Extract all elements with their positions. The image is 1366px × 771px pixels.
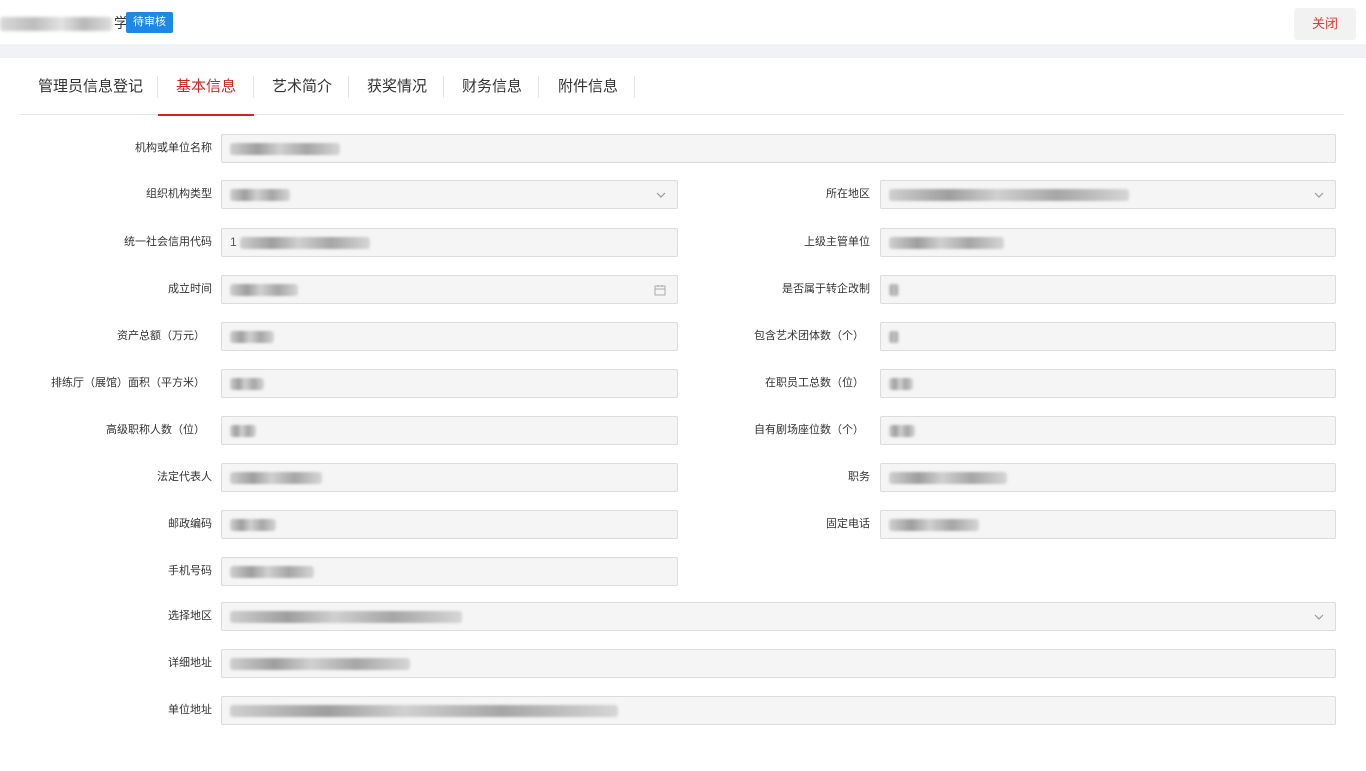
- position-field[interactable]: [880, 463, 1336, 492]
- staff-count-field[interactable]: [880, 369, 1336, 398]
- tab-attachments[interactable]: 附件信息: [557, 58, 619, 115]
- tab-art-intro[interactable]: 艺术简介: [272, 58, 332, 115]
- art-groups-label: 包含艺术团体数（个）: [754, 330, 864, 342]
- credit-code-field[interactable]: 1: [221, 228, 678, 257]
- tab-separator: [538, 76, 539, 98]
- tab-finance[interactable]: 财务信息: [462, 58, 522, 115]
- is-reformed-label: 是否属于转企改制: [782, 283, 870, 295]
- detail-address-label: 详细地址: [168, 657, 212, 669]
- is-reformed-field[interactable]: [880, 275, 1336, 304]
- art-groups-field[interactable]: [880, 322, 1336, 351]
- credit-code-label: 统一社会信用代码: [124, 236, 212, 248]
- founded-date-picker[interactable]: [221, 275, 678, 304]
- tab-separator: [443, 76, 444, 98]
- credit-code-prefix: 1: [230, 235, 237, 249]
- landline-label: 固定电话: [826, 518, 870, 530]
- select-region-label: 选择地区: [168, 610, 212, 622]
- superior-unit-label: 上级主管单位: [804, 236, 870, 248]
- org-name-field[interactable]: [221, 134, 1336, 163]
- close-button[interactable]: 关闭: [1294, 8, 1356, 40]
- region-label: 所在地区: [826, 188, 870, 200]
- unit-address-field[interactable]: [221, 696, 1336, 725]
- tab-separator: [634, 76, 635, 98]
- status-badge: 待审核: [126, 12, 173, 33]
- chevron-down-icon: [1313, 603, 1325, 630]
- legal-rep-label: 法定代表人: [157, 471, 212, 483]
- theater-seats-label: 自有剧场座位数（个）: [754, 424, 864, 436]
- detail-address-field[interactable]: [221, 649, 1336, 678]
- founded-date-label: 成立时间: [168, 283, 212, 295]
- org-type-label: 组织机构类型: [146, 188, 212, 200]
- header-divider: [0, 44, 1366, 58]
- total-assets-label: 资产总额（万元）: [117, 330, 205, 342]
- tab-separator: [348, 76, 349, 98]
- senior-titles-field[interactable]: [221, 416, 678, 445]
- calendar-icon: [653, 276, 667, 303]
- chevron-down-icon: [1313, 181, 1325, 208]
- top-bar: 学 待审核 关闭: [0, 0, 1366, 44]
- staff-count-label: 在职员工总数（位）: [765, 377, 864, 389]
- tab-bar: 管理员信息登记 基本信息 艺术简介 获奖情况 财务信息 附件信息: [20, 58, 1344, 116]
- tab-separator: [253, 76, 254, 98]
- tab-admin-registration[interactable]: 管理员信息登记: [38, 58, 143, 115]
- org-name-label: 机构或单位名称: [135, 142, 212, 154]
- postal-code-field[interactable]: [221, 510, 678, 539]
- mobile-label: 手机号码: [168, 565, 212, 577]
- rehearsal-area-field[interactable]: [221, 369, 678, 398]
- tab-awards[interactable]: 获奖情况: [367, 58, 427, 115]
- region-select[interactable]: [880, 180, 1336, 209]
- superior-unit-field[interactable]: [880, 228, 1336, 257]
- redacted-title-text: [0, 17, 112, 32]
- postal-code-label: 邮政编码: [168, 518, 212, 530]
- page-title: 学: [0, 12, 128, 34]
- unit-address-label: 单位地址: [168, 704, 212, 716]
- landline-field[interactable]: [880, 510, 1336, 539]
- position-label: 职务: [848, 471, 870, 483]
- legal-rep-field[interactable]: [221, 463, 678, 492]
- org-type-select[interactable]: [221, 180, 678, 209]
- senior-titles-label: 高级职称人数（位）: [106, 424, 205, 436]
- chevron-down-icon: [655, 181, 667, 208]
- total-assets-field[interactable]: [221, 322, 678, 351]
- rehearsal-area-label: 排练厅（展馆）面积（平方米）: [51, 377, 205, 389]
- select-region-select[interactable]: [221, 602, 1336, 631]
- tab-basic-info[interactable]: 基本信息: [158, 58, 254, 116]
- theater-seats-field[interactable]: [880, 416, 1336, 445]
- mobile-field[interactable]: [221, 557, 678, 586]
